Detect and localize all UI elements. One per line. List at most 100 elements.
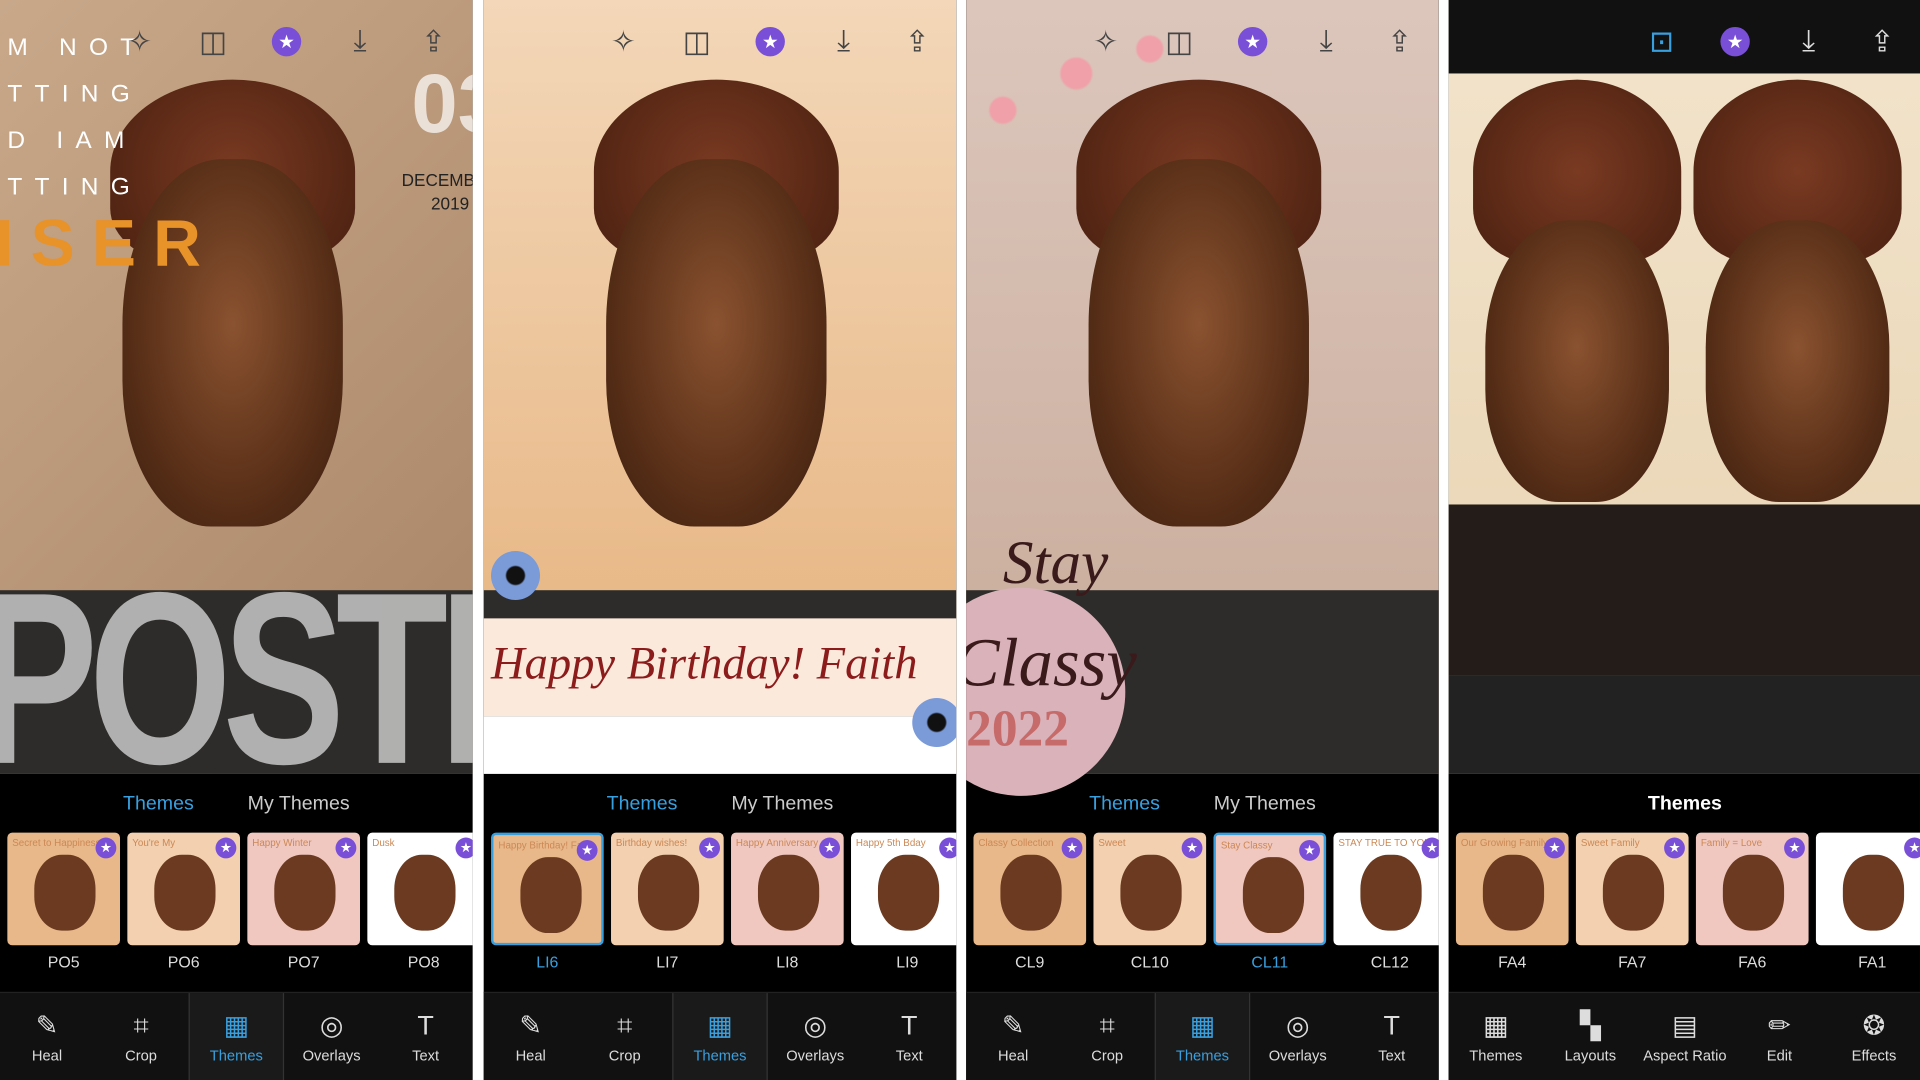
birthday-banner-text[interactable]: Happy Birthday! Faith	[491, 637, 917, 691]
magic-wand-button[interactable]: ✧	[1086, 22, 1125, 61]
magic-wand-button[interactable]: ✧	[120, 22, 159, 61]
download-button[interactable]: ⤓	[824, 22, 863, 61]
nav-overlays[interactable]: ◎ Overlays	[1251, 993, 1345, 1080]
share-button[interactable]: ⇪	[898, 22, 937, 61]
theme-thumbnail[interactable]: Secret to Happiness ★	[7, 832, 121, 946]
script-text-classy[interactable]: Classy	[966, 624, 1137, 702]
photo-canvas[interactable]: M NOTTTINGD IAMTTINGISER03DECEMBER2019PO…	[0, 0, 473, 816]
nav-edit[interactable]: ✏ Edit	[1732, 993, 1827, 1080]
theme-label: LI7	[656, 952, 679, 972]
magic-wand-button[interactable]: ✧	[604, 22, 643, 61]
nav-overlays[interactable]: ◎ Overlays	[768, 993, 862, 1080]
theme-thumbnail[interactable]: Birthday wishes! ★	[611, 832, 724, 946]
theme-thumbnail[interactable]: ★	[1815, 832, 1920, 946]
overlays-icon: ◎	[803, 1010, 828, 1041]
theme-thumbnail[interactable]: Stay Classy ★	[1213, 832, 1327, 946]
tab-themes[interactable]: Themes	[123, 793, 194, 815]
premium-star-icon: ★	[1061, 837, 1083, 859]
photo-canvas[interactable]: Stay Classy 2022	[966, 0, 1439, 796]
compare-button[interactable]: ◫	[193, 22, 232, 61]
theme-label: LI8	[776, 952, 799, 972]
poster-number[interactable]: 03	[411, 56, 472, 152]
share-button[interactable]: ⇪	[1380, 22, 1419, 61]
premium-star-icon: ★	[939, 837, 957, 859]
premium-star-button[interactable]: ★	[1716, 22, 1755, 61]
nav-text[interactable]: T Text	[1345, 993, 1439, 1080]
poster-date-year[interactable]: 2019	[431, 193, 469, 213]
compare-button[interactable]: ◫	[677, 22, 716, 61]
nav-crop[interactable]: ⌗ Crop	[1060, 993, 1154, 1080]
theme-thumbnail[interactable]: STAY TRUE TO YOURSELF★	[1333, 832, 1439, 946]
theme-thumbnail[interactable]: Sweet Family ★	[1575, 832, 1689, 946]
theme-thumbnail[interactable]: Family = Love ★	[1695, 832, 1809, 946]
theme-label: CL10	[1130, 952, 1169, 972]
year-text[interactable]: 2022	[966, 700, 1069, 759]
poster-text-line[interactable]: TTING	[7, 174, 142, 202]
share-button[interactable]: ⇪	[414, 22, 453, 61]
theme-thumbnail[interactable]: Happy Birthday! Faith ★	[491, 832, 604, 946]
nav-crop[interactable]: ⌗ Crop	[578, 993, 672, 1080]
premium-star-icon: ★	[819, 837, 841, 859]
photo-canvas[interactable]	[1448, 0, 1920, 774]
tab-my-themes[interactable]: My Themes	[248, 793, 350, 815]
download-button[interactable]: ⤓	[340, 22, 379, 61]
share-button[interactable]: ⇪	[1862, 22, 1901, 61]
nav-effects[interactable]: ❂ Effects	[1827, 993, 1920, 1080]
script-text-stay[interactable]: Stay	[1003, 527, 1108, 598]
nav-themes[interactable]: ▦ Themes	[1449, 993, 1544, 1080]
bottom-nav: ✎ Heal ⌗ Crop ▦ Themes ◎ Overlays T Text	[966, 991, 1439, 1080]
theme-thumbnail[interactable]: Happy Winter ★	[247, 832, 361, 946]
theme-thumbnail[interactable]: You're My ★	[127, 832, 241, 946]
tab-themes[interactable]: Themes	[1089, 793, 1160, 815]
tab-themes[interactable]: Themes	[607, 793, 678, 815]
tab-my-themes[interactable]: My Themes	[1214, 793, 1316, 815]
nav-themes[interactable]: ▦ Themes	[1154, 993, 1251, 1080]
compare-button[interactable]: ◫	[1160, 22, 1199, 61]
photo-canvas[interactable]: Happy Birthday! Faith	[483, 0, 957, 774]
focus-button[interactable]: ⊡	[1642, 22, 1681, 61]
theme-thumbnail[interactable]: Happy Anniversary ★	[731, 832, 844, 946]
thumbnail-caption: Family = Love	[1700, 837, 1763, 849]
tab-themes[interactable]: Themes	[1648, 793, 1722, 815]
theme-thumbnail[interactable]: Dusk ★	[367, 832, 473, 946]
poster-title[interactable]: POSTER	[0, 539, 473, 821]
nav-layouts[interactable]: ▚ Layouts	[1543, 993, 1638, 1080]
text-icon: T	[1383, 1010, 1400, 1041]
canvas-bg	[1448, 675, 1920, 774]
nav-text[interactable]: T Text	[379, 993, 473, 1080]
premium-star-button[interactable]: ★	[1233, 22, 1272, 61]
poster-text-line[interactable]: D IAM	[7, 127, 136, 155]
nav-themes[interactable]: ▦ Themes	[671, 993, 769, 1080]
theme-thumbnail[interactable]: Classy Collection ★	[973, 832, 1087, 946]
nav-heal[interactable]: ✎ Heal	[484, 993, 578, 1080]
nav-heal[interactable]: ✎ Heal	[966, 993, 1060, 1080]
theme-thumbnail[interactable]: Our Growing Family ★	[1455, 832, 1569, 946]
theme-label: PO7	[287, 952, 320, 972]
theme-thumbnail[interactable]: Happy 5th Bday ★	[851, 832, 957, 946]
premium-star-button[interactable]: ★	[751, 22, 790, 61]
nav-overlays[interactable]: ◎ Overlays	[285, 993, 379, 1080]
nav-aspect-ratio[interactable]: ▤ Aspect Ratio	[1638, 993, 1733, 1080]
thumbnail-caption: Stay Classy	[1220, 840, 1273, 852]
tab-my-themes[interactable]: My Themes	[731, 793, 833, 815]
theme-thumbnail[interactable]: Sweet ★	[1093, 832, 1207, 946]
nav-themes[interactable]: ▦ Themes	[188, 993, 285, 1080]
poster-text-line[interactable]: TTING	[7, 81, 142, 109]
download-button[interactable]: ⤓	[1789, 22, 1828, 61]
thumbnail-face	[1722, 854, 1785, 931]
poster-word[interactable]: ISER	[0, 206, 218, 282]
premium-star-icon: ★	[1181, 837, 1203, 859]
theme-label: PO8	[407, 952, 440, 972]
poster-date-month[interactable]: DECEMBER	[402, 170, 473, 190]
nav-text[interactable]: T Text	[862, 993, 956, 1080]
nav-heal[interactable]: ✎ Heal	[0, 993, 94, 1080]
premium-star-button[interactable]: ★	[267, 22, 306, 61]
premium-star-icon: ★	[1720, 26, 1750, 57]
nav-crop[interactable]: ⌗ Crop	[94, 993, 188, 1080]
download-button[interactable]: ⤓	[1307, 22, 1346, 61]
theme-labels: LI6 LI7 LI8 LI9	[491, 953, 956, 971]
premium-star-icon: ★	[1664, 837, 1685, 859]
phone-panel-1: M NOTTTINGD IAMTTINGISER03DECEMBER2019PO…	[0, 0, 473, 1080]
premium-star-icon: ★	[755, 26, 785, 57]
premium-star-icon: ★	[455, 837, 473, 859]
